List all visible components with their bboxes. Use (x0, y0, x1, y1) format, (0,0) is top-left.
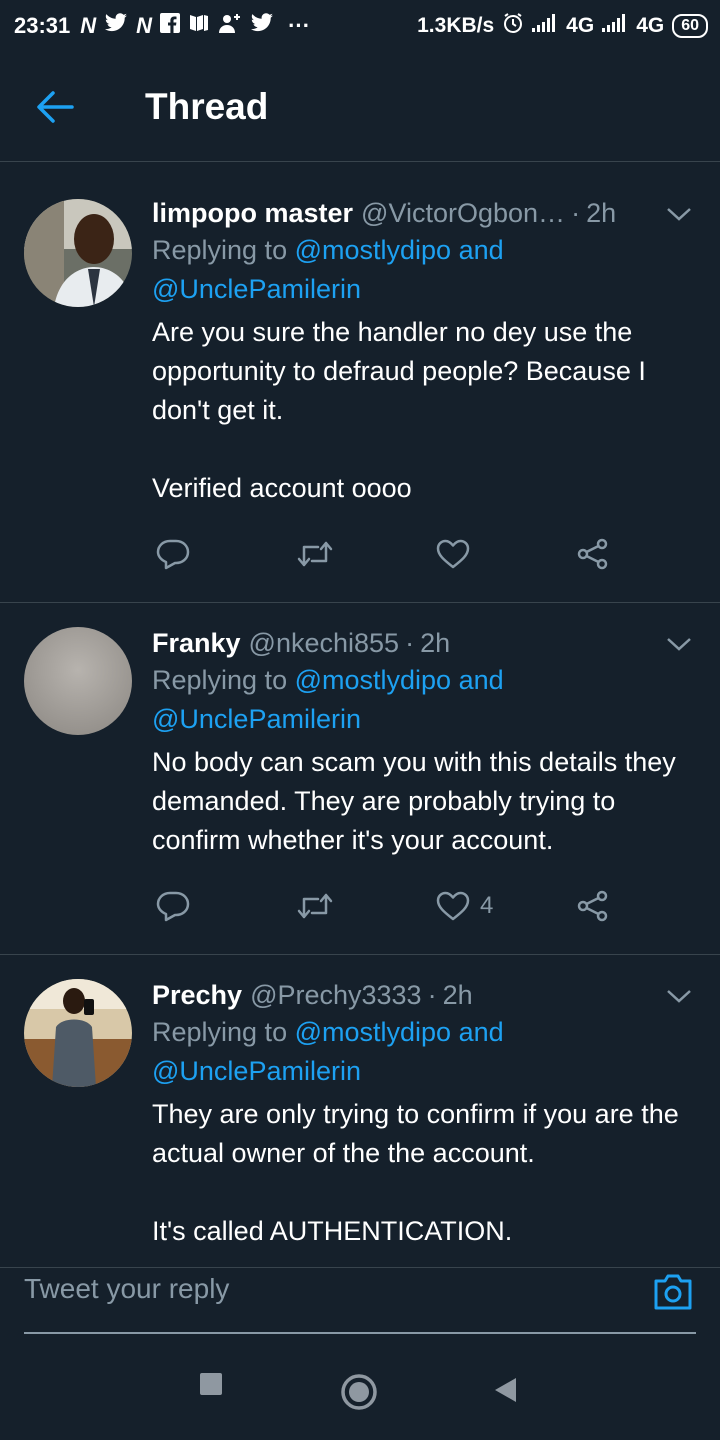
retweet-button[interactable] (296, 539, 334, 569)
back-nav-button[interactable] (492, 1376, 518, 1409)
page-title: Thread (145, 85, 269, 127)
share-icon (577, 890, 608, 922)
chevron-down-icon[interactable] (666, 977, 692, 1013)
mention-link[interactable]: @mostlydipo and (295, 235, 504, 265)
replying-to: Replying to @mostlydipo and @UnclePamile… (152, 231, 690, 309)
mention-link[interactable]: @mostlydipo and (295, 665, 504, 695)
separator-dot: · (405, 628, 415, 658)
avatar[interactable] (24, 627, 132, 735)
notification-icons: N N ··· (80, 12, 310, 40)
author-handle[interactable]: @Prechy3333 (250, 977, 422, 1013)
tweet[interactable]: Prechy @Prechy3333 · 2h Replying to @mos… (0, 955, 720, 1268)
tweet-actions: 4 (152, 876, 690, 936)
heart-icon (436, 539, 470, 569)
reply-composer: Tweet your reply (0, 1243, 720, 1343)
tweet[interactable]: Franky @nkechi855 · 2h Replying to @most… (0, 603, 720, 955)
back-arrow-icon (37, 90, 74, 123)
reply-button[interactable] (156, 890, 190, 922)
retweet-icon (297, 541, 333, 567)
more-notifications-icon: ··· (288, 13, 311, 38)
reply-button[interactable] (156, 538, 190, 570)
news-app-icon: N (80, 13, 97, 38)
tweet-text: No body can scam you with this details t… (152, 747, 684, 855)
mention-link[interactable]: @UnclePamilerin (152, 704, 361, 734)
back-button[interactable] (0, 52, 110, 162)
signal-bars-icon (532, 14, 558, 38)
thread-feed: limpopo master @VictorOgbon… · 2h Replyi… (0, 175, 720, 1268)
like-button[interactable] (436, 539, 480, 569)
tweet-header: Franky @nkechi855 · 2h (152, 625, 692, 661)
chevron-down-icon[interactable] (666, 195, 692, 231)
replying-to: Replying to @mostlydipo and @UnclePamile… (152, 1013, 690, 1091)
mention-link[interactable]: @UnclePamilerin (152, 274, 361, 304)
tweet-time: 2h (420, 628, 451, 658)
battery-indicator: 60 (672, 14, 708, 38)
avatar[interactable] (24, 199, 132, 307)
chevron-down-icon[interactable] (666, 625, 692, 661)
reply-input[interactable]: Tweet your reply (24, 1273, 229, 1305)
camera-button[interactable] (652, 1273, 694, 1316)
share-button[interactable] (576, 890, 610, 922)
network-type-1: 4G (566, 14, 595, 37)
mention-link[interactable]: @UnclePamilerin (152, 1056, 361, 1086)
replying-prefix: Replying to (152, 665, 288, 695)
share-button[interactable] (576, 538, 610, 570)
recent-apps-button[interactable] (198, 1371, 224, 1402)
home-button[interactable] (340, 1373, 378, 1416)
tweet-text: They are only trying to confirm if you a… (152, 1099, 679, 1246)
share-icon (577, 538, 608, 570)
like-button[interactable]: 4 (436, 891, 493, 921)
replying-prefix: Replying to (152, 235, 288, 265)
tweet-time: 2h (586, 198, 617, 228)
reply-icon (156, 891, 190, 922)
author-handle[interactable]: @VictorOgbon… (361, 195, 565, 231)
tweet-time: 2h (442, 980, 473, 1010)
separator-dot: · (427, 980, 437, 1010)
tweet[interactable]: limpopo master @VictorOgbon… · 2h Replyi… (0, 175, 720, 603)
author-name[interactable]: Prechy (152, 977, 242, 1013)
add-user-icon (218, 12, 242, 40)
author-handle[interactable]: @nkechi855 (249, 625, 400, 661)
alarm-icon (502, 12, 524, 40)
reply-icon (156, 539, 190, 570)
twitter-bird-icon-2 (250, 13, 274, 39)
author-name[interactable]: limpopo master (152, 195, 353, 231)
mention-link[interactable]: @mostlydipo and (295, 1017, 504, 1047)
thread-header: Thread (0, 52, 720, 162)
retweet-button[interactable] (296, 891, 334, 921)
heart-icon (436, 891, 470, 921)
triangle-back-icon (495, 1378, 516, 1402)
app-icon (188, 13, 210, 39)
input-underline (24, 1332, 696, 1334)
news-app-icon-2: N (136, 13, 153, 38)
retweet-icon (297, 893, 333, 919)
network-type-2: 4G (636, 14, 665, 37)
tweet-header: limpopo master @VictorOgbon… · 2h (152, 195, 692, 231)
author-name[interactable]: Franky (152, 625, 241, 661)
replying-prefix: Replying to (152, 1017, 288, 1047)
square-icon (200, 1373, 222, 1395)
status-time: 23:31 (14, 13, 71, 38)
system-nav-bar (0, 1343, 720, 1440)
twitter-bird-icon (104, 13, 128, 39)
facebook-icon (160, 13, 181, 39)
status-bar: 23:31 N N ··· 1.3KB/s 4G 4G 60 (0, 0, 720, 52)
home-circle-icon (341, 1374, 377, 1410)
camera-icon (654, 1274, 692, 1310)
separator-dot: · (571, 198, 581, 228)
tweet-header: Prechy @Prechy3333 · 2h (152, 977, 692, 1013)
avatar[interactable] (24, 979, 132, 1087)
signal-bars-icon-2 (602, 14, 628, 38)
tweet-text: Are you sure the handler no dey use the … (152, 317, 646, 503)
network-speed: 1.3KB/s (417, 14, 495, 37)
tweet-actions (152, 524, 690, 584)
like-count: 4 (480, 892, 494, 919)
replying-to: Replying to @mostlydipo and @UnclePamile… (152, 661, 690, 739)
